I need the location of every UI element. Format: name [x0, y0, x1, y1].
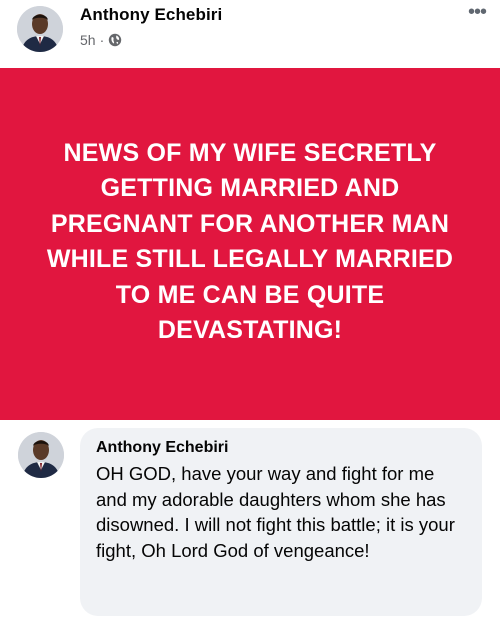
post-header: Anthony Echebiri 5h · ••• [0, 0, 500, 64]
post-time[interactable]: 5h [80, 32, 96, 48]
more-options-icon[interactable]: ••• [468, 2, 487, 22]
comment-text: OH GOD, have your way and fight for me a… [96, 463, 455, 561]
comment-avatar[interactable] [18, 432, 64, 478]
post-meta: 5h · [80, 32, 122, 48]
comment-author[interactable]: Anthony Echebiri [96, 439, 468, 457]
facebook-post: Anthony Echebiri 5h · ••• NEWS OF MY WIF… [0, 0, 500, 624]
banner-text: NEWS OF MY WIFE SECRETLY GETTING MARRIED… [46, 138, 454, 345]
meta-separator: · [99, 32, 105, 48]
post-banner: NEWS OF MY WIFE SECRETLY GETTING MARRIED… [0, 68, 500, 420]
globe-icon [108, 33, 122, 47]
author-name[interactable]: Anthony Echebiri [80, 5, 222, 25]
author-avatar[interactable] [17, 6, 63, 52]
comment-bubble: Anthony Echebiri OH GOD, have your way a… [80, 428, 482, 616]
